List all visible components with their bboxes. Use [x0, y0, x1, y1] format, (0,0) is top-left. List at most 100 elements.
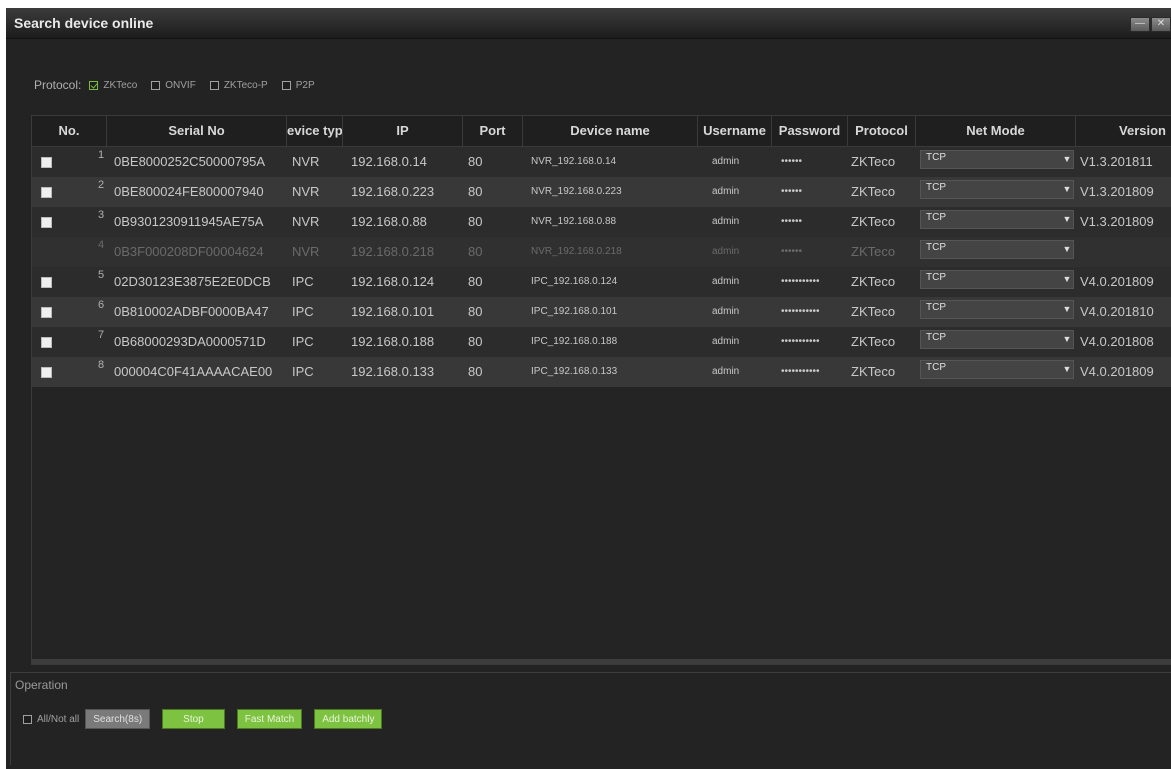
- column-header-device-name[interactable]: Device name: [523, 116, 698, 146]
- row-number: 7: [98, 329, 105, 341]
- stop-button[interactable]: Stop: [162, 709, 225, 729]
- row-checkbox[interactable]: [41, 307, 52, 318]
- cell-device-name: IPC_192.168.0.133: [531, 366, 618, 377]
- table-header: No. Serial No evice typ IP Port Device n…: [32, 116, 1171, 147]
- cell-version: [1080, 237, 1171, 267]
- table-row[interactable]: 8 000004C0F41AAAACAE00 IPC 192.168.0.133 80 I…: [32, 357, 1171, 387]
- column-header-port[interactable]: Port: [463, 116, 523, 146]
- column-header-no[interactable]: No.: [32, 116, 107, 146]
- row-checkbox[interactable]: [41, 187, 52, 198]
- net-mode-select[interactable]: TCP ▼: [920, 330, 1074, 349]
- cell-version: V4.0.201809: [1080, 274, 1154, 289]
- row-checkbox[interactable]: [41, 337, 52, 348]
- net-mode-value: TCP: [926, 272, 946, 283]
- row-checkbox[interactable]: [41, 217, 52, 228]
- cell-device-name: NVR_192.168.0.218: [531, 246, 622, 257]
- chevron-down-icon[interactable]: ▼: [1062, 182, 1072, 197]
- net-mode-value: TCP: [926, 332, 946, 343]
- column-header-protocol[interactable]: Protocol: [848, 116, 916, 146]
- operation-title: Operation: [15, 678, 68, 692]
- cell-protocol: ZKTeco: [851, 214, 896, 229]
- cell-username: admin: [712, 216, 740, 227]
- net-mode-select[interactable]: TCP ▼: [920, 300, 1074, 319]
- protocol-option-p2p[interactable]: P2P: [281, 79, 315, 91]
- net-mode-select[interactable]: TCP ▼: [920, 270, 1074, 289]
- cell-device-name: NVR_192.168.0.88: [531, 216, 617, 227]
- net-mode-value: TCP: [926, 362, 946, 373]
- column-header-version[interactable]: Version: [1076, 116, 1171, 146]
- column-header-device-type[interactable]: evice typ: [287, 116, 343, 146]
- cell-device-name: IPC_192.168.0.188: [531, 336, 618, 347]
- cell-protocol: ZKTeco: [851, 274, 896, 289]
- checkbox-icon[interactable]: [209, 80, 219, 90]
- checkbox-icon[interactable]: [151, 80, 161, 90]
- row-number: 8: [98, 359, 105, 371]
- table-row[interactable]: 4 0B3F000208DF00004624 NVR 192.168.0.218 80 N…: [32, 237, 1171, 267]
- row-checkbox[interactable]: [41, 277, 52, 288]
- cell-port: 80: [468, 364, 483, 379]
- net-mode-select[interactable]: TCP ▼: [920, 150, 1074, 169]
- net-mode-select[interactable]: TCP ▼: [920, 210, 1074, 229]
- column-header-net-mode[interactable]: Net Mode: [916, 116, 1076, 146]
- row-checkbox[interactable]: [41, 367, 52, 378]
- chevron-down-icon[interactable]: ▼: [1062, 332, 1072, 347]
- table-row[interactable]: 3 0B9301230911945AE75A NVR 192.168.0.88 80 NV…: [32, 207, 1171, 237]
- row-checkbox[interactable]: [41, 157, 52, 168]
- cell-version: V4.0.201810: [1080, 304, 1154, 319]
- cell-password: ••••••: [781, 186, 803, 197]
- column-header-username[interactable]: Username: [698, 116, 772, 146]
- table-row[interactable]: 7 0B68000293DA0000571D IPC 192.168.0.188 80 I…: [32, 327, 1171, 357]
- chevron-down-icon[interactable]: ▼: [1062, 212, 1072, 227]
- cell-username: admin: [712, 306, 740, 317]
- table-row[interactable]: 5 02D30123E3875E2E0DCB IPC 192.168.0.124 80 I…: [32, 267, 1171, 297]
- fast-match-button[interactable]: Fast Match: [236, 709, 303, 729]
- protocol-option-zkteco-p[interactable]: ZKTeco-P: [209, 80, 268, 91]
- cell-device-type: NVR: [292, 244, 320, 259]
- column-header-password[interactable]: Password: [772, 116, 848, 146]
- table-row[interactable]: 6 0B810002ADBF0000BA47 IPC 192.168.0.101 80 I…: [32, 297, 1171, 327]
- cell-username: admin: [712, 366, 740, 377]
- checkbox-checked-icon[interactable]: [89, 80, 99, 90]
- protocol-option-onvif[interactable]: ONVIF: [151, 80, 196, 91]
- net-mode-select[interactable]: TCP ▼: [920, 240, 1074, 259]
- cell-serial: 0B3F000208DF00004624: [114, 244, 264, 259]
- net-mode-value: TCP: [926, 212, 946, 223]
- chevron-down-icon[interactable]: ▼: [1062, 362, 1072, 377]
- net-mode-value: TCP: [926, 152, 946, 163]
- cell-username: admin: [712, 276, 740, 287]
- net-mode-select[interactable]: TCP ▼: [920, 360, 1074, 379]
- protocol-option-label: P2P: [295, 79, 315, 91]
- cell-ip: 192.168.0.14: [351, 154, 427, 169]
- protocol-option-zkteco[interactable]: ZKTeco: [89, 80, 137, 91]
- net-mode-value: TCP: [926, 242, 946, 253]
- net-mode-select[interactable]: TCP ▼: [920, 180, 1074, 199]
- chevron-down-icon[interactable]: ▼: [1062, 152, 1072, 167]
- cell-protocol: ZKTeco: [851, 184, 896, 199]
- checkbox-icon[interactable]: [23, 714, 32, 724]
- horizontal-scrollbar[interactable]: [32, 659, 1171, 664]
- table-row[interactable]: 2 0BE800024FE800007940 NVR 192.168.0.223 80 N…: [32, 177, 1171, 207]
- chevron-down-icon[interactable]: ▼: [1062, 242, 1072, 257]
- select-all-checkbox[interactable]: All/Not all: [23, 714, 79, 725]
- chevron-down-icon[interactable]: ▼: [1062, 272, 1072, 287]
- column-header-serial[interactable]: Serial No: [107, 116, 287, 146]
- checkbox-icon[interactable]: [281, 80, 291, 90]
- column-header-ip[interactable]: IP: [343, 116, 463, 146]
- add-batchly-button[interactable]: Add batchly: [314, 709, 383, 729]
- minimize-icon[interactable]: —: [1130, 17, 1150, 32]
- close-icon[interactable]: ✕: [1151, 17, 1171, 32]
- cell-protocol: ZKTeco: [851, 334, 896, 349]
- cell-serial: 0B68000293DA0000571D: [114, 334, 266, 349]
- protocol-filter: Protocol: ZKTeco ONVIF ZKTeco-P P2P: [34, 76, 329, 94]
- window-title: Search device online: [14, 15, 154, 31]
- cell-port: 80: [468, 274, 483, 289]
- chevron-down-icon[interactable]: ▼: [1062, 302, 1072, 317]
- table-row[interactable]: 1 0BE8000252C50000795A NVR 192.168.0.14 80 NV…: [32, 147, 1171, 177]
- cell-version: V1.3.201811: [1080, 154, 1153, 169]
- row-number: 3: [98, 209, 105, 221]
- cell-ip: 192.168.0.218: [351, 244, 435, 259]
- search-button[interactable]: Search(8s): [85, 709, 151, 729]
- cell-username: admin: [712, 336, 740, 347]
- protocol-option-label: ZKTeco: [103, 79, 138, 91]
- cell-protocol: ZKTeco: [851, 304, 896, 319]
